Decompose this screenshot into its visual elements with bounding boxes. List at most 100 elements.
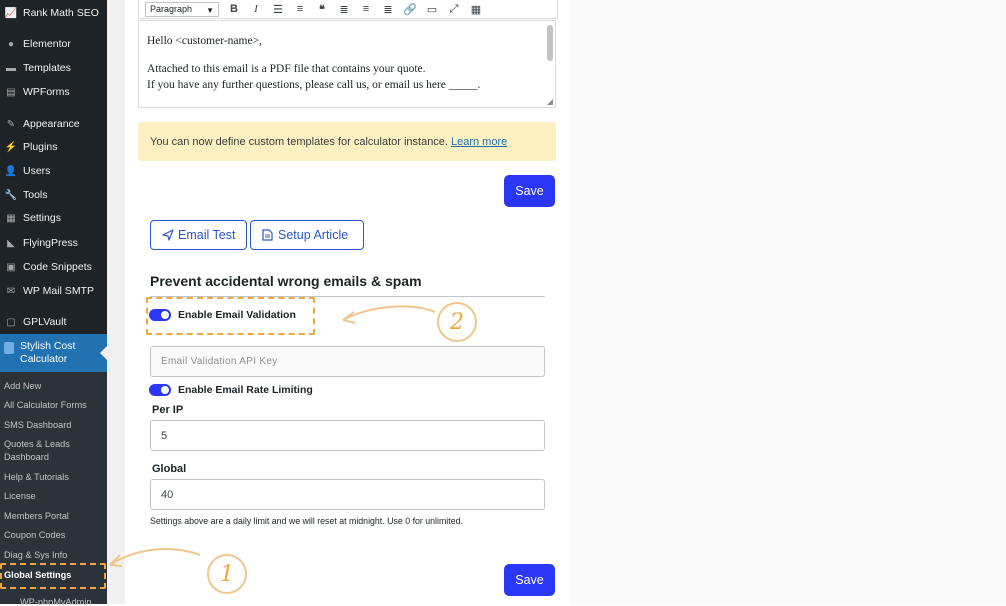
content-gutter <box>107 0 125 604</box>
chevron-down-icon: ▼ <box>206 5 214 15</box>
submenu-item-all-calculator-forms[interactable]: All Calculator Forms <box>4 399 106 412</box>
right-blank-area <box>570 0 1006 604</box>
annotation-badge-2: 2 <box>437 302 477 342</box>
sidebar-item-wpforms[interactable]: ▤ WPForms <box>0 81 107 103</box>
email-test-label: Email Test <box>178 228 236 242</box>
align-right-icon[interactable]: ≣ <box>377 1 399 17</box>
sidebar-item-code-snippets[interactable]: ▣ Code Snippets <box>0 256 107 278</box>
setup-article-label: Setup Article <box>278 228 349 242</box>
fullscreen-icon[interactable]: ⤢ <box>443 1 465 17</box>
editor-line: Hello <customer-name>, <box>147 35 262 47</box>
templates-notice: You can now define custom templates for … <box>138 122 556 161</box>
email-test-button[interactable]: Email Test <box>150 220 247 250</box>
link-icon[interactable]: 🔗 <box>399 1 421 17</box>
sidebar-item-appearance[interactable]: ✎ Appearance <box>0 113 107 135</box>
submenu-item-coupon-codes[interactable]: Coupon Codes <box>4 529 106 542</box>
sidebar-item-plugins[interactable]: ⚡ Plugins <box>0 136 107 158</box>
per-ip-label: Per IP <box>152 404 184 416</box>
toolbar-toggle-icon[interactable]: ▦ <box>465 1 487 17</box>
sidebar-item-rank-math[interactable]: 📈 Rank Math SEO <box>0 2 107 24</box>
submenu-item-add-new[interactable]: Add New <box>4 380 106 393</box>
sidebar-item-label: Settings <box>23 212 61 224</box>
numbered-list-icon[interactable]: ≡ <box>289 1 311 17</box>
sidebar-item-label: Code Snippets <box>23 261 92 273</box>
email-body-editor[interactable]: Hello <customer-name>, Attached to this … <box>138 20 556 108</box>
per-ip-input[interactable]: 5 <box>150 420 545 451</box>
email-rate-limiting-label: Enable Email Rate Limiting <box>178 384 313 396</box>
mail-icon: ✉ <box>6 285 16 297</box>
sidebar-item-label: Elementor <box>23 38 71 50</box>
sidebar-item-label: Plugins <box>23 141 58 153</box>
sidebar-item-label: Stylish Cost Calculator <box>20 340 76 365</box>
align-center-icon[interactable]: ≡ <box>355 1 377 17</box>
sidebar-item-label: FlyingPress <box>23 237 78 249</box>
highlight-email-validation <box>146 297 315 335</box>
submenu-item-license[interactable]: License <box>4 490 106 503</box>
global-label: Global <box>152 463 187 475</box>
flyingpress-icon: ◣ <box>7 237 15 249</box>
save-button-top[interactable]: Save <box>504 175 555 207</box>
submenu-item-sms-dashboard[interactable]: SMS Dashboard <box>4 419 106 432</box>
code-icon: ▣ <box>6 261 16 273</box>
plug-icon: ⚡ <box>4 141 18 153</box>
sidebar-item-flyingpress[interactable]: ◣ FlyingPress <box>0 232 107 254</box>
setup-article-button[interactable]: Setup Article <box>250 220 364 250</box>
sidebar-item-label: Appearance <box>23 118 80 130</box>
sidebar-item-label: Rank Math SEO <box>23 7 99 19</box>
sidebar-item-tools[interactable]: 🔧 Tools <box>0 184 107 206</box>
sidebar-item-label: WPForms <box>23 86 70 98</box>
paper-plane-icon <box>162 229 174 241</box>
vault-icon: ▢ <box>6 316 16 328</box>
sidebar-item-label: Templates <box>23 62 71 74</box>
sidebar-item-stylish-cost-calculator[interactable]: Stylish Cost Calculator <box>0 334 107 372</box>
italic-icon[interactable]: I <box>245 1 267 17</box>
bold-icon[interactable]: B <box>223 1 245 17</box>
rank-math-icon: 📈 <box>4 7 18 19</box>
sidebar-item-wp-mail-smtp[interactable]: ✉ WP Mail SMTP <box>0 280 107 302</box>
notice-text: You can now define custom templates for … <box>150 135 448 148</box>
sidebar-item-label: Tools <box>23 189 48 201</box>
learn-more-link[interactable]: Learn more <box>451 136 507 148</box>
submenu-item-diag-sys-info[interactable]: Diag & Sys Info <box>4 549 106 562</box>
global-limit-input[interactable]: 40 <box>150 479 545 510</box>
annotation-arrow-2 <box>342 305 436 324</box>
active-menu-pointer <box>100 346 107 360</box>
sidebar-item-elementor[interactable]: ● Elementor <box>0 33 107 55</box>
elementor-icon: ● <box>7 38 15 50</box>
sidebar-item-label: Users <box>23 165 51 177</box>
resize-handle-icon[interactable]: ◢ <box>547 97 553 106</box>
read-more-icon[interactable]: ▭ <box>421 1 443 17</box>
highlight-global-settings <box>0 563 106 589</box>
sidebar-item-users[interactable]: 👤 Users <box>0 160 107 182</box>
annotation-arrow-1 <box>109 548 201 567</box>
save-button-bottom[interactable]: Save <box>504 564 555 596</box>
editor-scrollbar[interactable] <box>547 25 553 61</box>
form-icon: ▤ <box>6 86 16 98</box>
submenu-item-quotes-leads[interactable]: Quotes & Leads Dashboard <box>4 438 84 464</box>
email-rate-limiting-toggle[interactable] <box>149 384 171 396</box>
annotation-badge-1: 1 <box>207 554 247 594</box>
folder-icon: ▬ <box>6 62 16 74</box>
editor-toolbar: Paragraph ▼ B I ☰ ≡ ❝ ≣ ≡ ≣ 🔗 ▭ ⤢ ▦ <box>138 0 558 19</box>
editor-line: If you have any further questions, pleas… <box>147 79 481 91</box>
bullet-list-icon[interactable]: ☰ <box>267 1 289 17</box>
sidebar-item-settings[interactable]: ▦ Settings <box>0 207 107 229</box>
editor-line: Attached to this email is a PDF file tha… <box>147 63 426 75</box>
submenu-item-help-tutorials[interactable]: Help & Tutorials <box>4 471 106 484</box>
align-left-icon[interactable]: ≣ <box>333 1 355 17</box>
format-select-value: Paragraph <box>150 4 193 14</box>
submenu-item-wp-phpmyadmin[interactable]: WP-phpMyAdmin <box>20 596 104 606</box>
paintbrush-icon: ✎ <box>6 118 16 130</box>
submenu-item-members-portal[interactable]: Members Portal <box>4 510 106 523</box>
email-validation-api-key-input[interactable]: Email Validation API Key <box>150 346 545 377</box>
blockquote-icon[interactable]: ❝ <box>311 1 333 17</box>
document-icon <box>262 229 274 241</box>
sidebar-item-templates[interactable]: ▬ Templates <box>0 57 107 79</box>
sidebar-item-label: WP Mail SMTP <box>23 285 94 297</box>
sidebar-item-gplvault[interactable]: ▢ GPLVault <box>0 311 107 333</box>
users-icon: 👤 <box>4 165 18 177</box>
sidebar-item-label: GPLVault <box>23 316 67 328</box>
settings-icon: ▦ <box>6 212 16 224</box>
paragraph-format-select[interactable]: Paragraph ▼ <box>145 1 219 17</box>
section-title: Prevent accidental wrong emails & spam <box>150 273 422 289</box>
